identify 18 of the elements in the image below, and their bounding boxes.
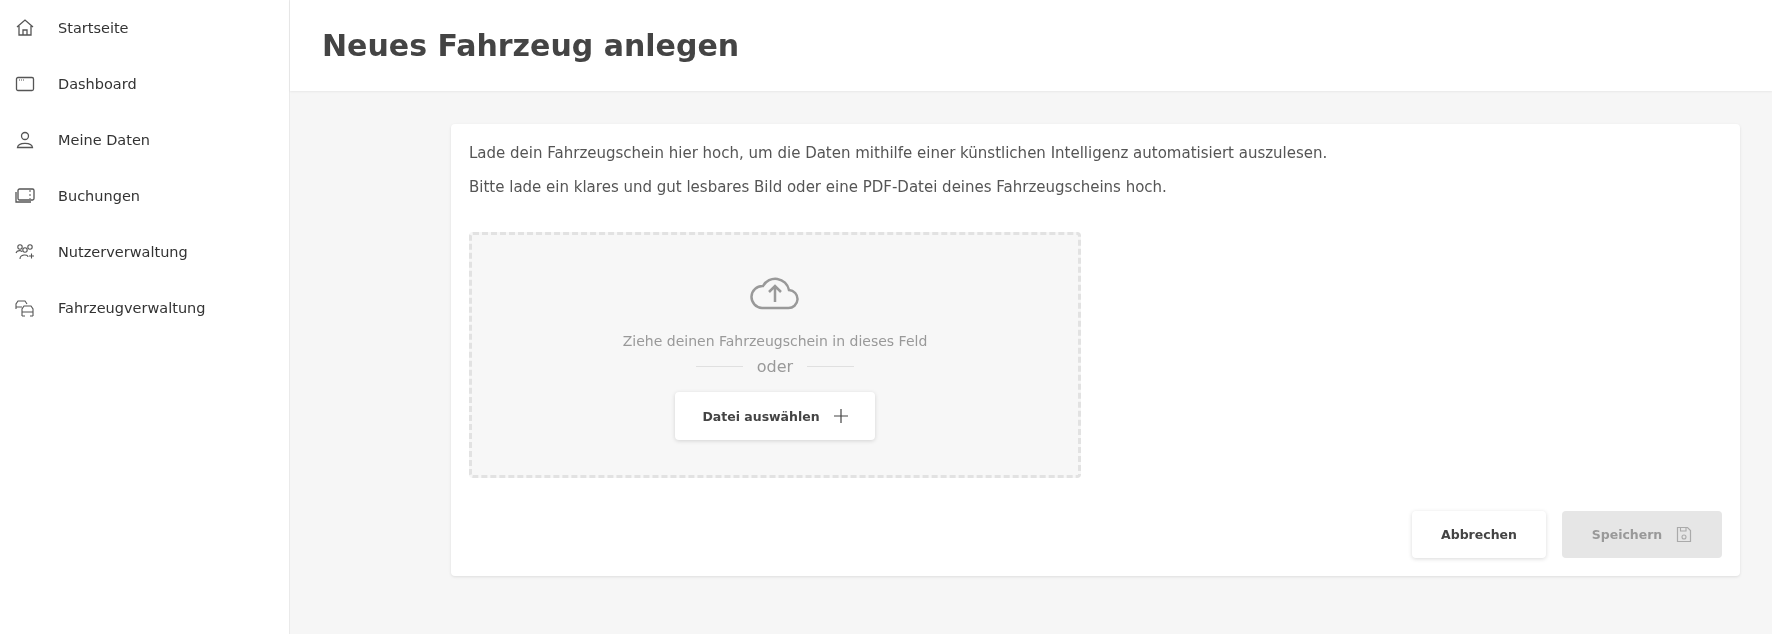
sidebar-item[interactable]: Startseite bbox=[0, 0, 289, 56]
choose-file-button[interactable]: Datei auswählen bbox=[675, 392, 875, 440]
cancel-button[interactable]: Abbrechen bbox=[1412, 511, 1546, 558]
sidebar-item[interactable]: Dashboard bbox=[0, 56, 289, 112]
person-icon bbox=[14, 129, 36, 151]
sidebar-item[interactable]: Meine Daten bbox=[0, 112, 289, 168]
sidebar-item[interactable]: Fahrzeugverwaltung bbox=[0, 280, 289, 336]
dropzone[interactable]: Ziehe deinen Fahrzeugschein in dieses Feld oder Datei auswählen bbox=[469, 232, 1081, 478]
plus-icon bbox=[833, 409, 848, 423]
page-title: Neues Fahrzeug anlegen bbox=[322, 28, 740, 63]
intro-text: Bitte lade ein klares und gut lesbares Bild oder eine PDF-Datei deines Fahrzeugscheins hoch. bbox=[469, 178, 1168, 196]
intro-text: Lade dein Fahrzeugschein hier hoch, um die Daten mithilfe einer künstlichen Intelligenz automatisiert auszulesen. bbox=[469, 144, 1329, 162]
sidebar-item[interactable]: Nutzerverwaltung bbox=[0, 224, 289, 280]
dropzone-hint: Ziehe deinen Fahrzeugschein in dieses Feld bbox=[622, 333, 928, 349]
cars-icon bbox=[14, 297, 36, 319]
separator-text: oder bbox=[756, 357, 794, 376]
sidebar-item[interactable]: Buchungen bbox=[0, 168, 289, 224]
home-icon bbox=[14, 17, 36, 39]
